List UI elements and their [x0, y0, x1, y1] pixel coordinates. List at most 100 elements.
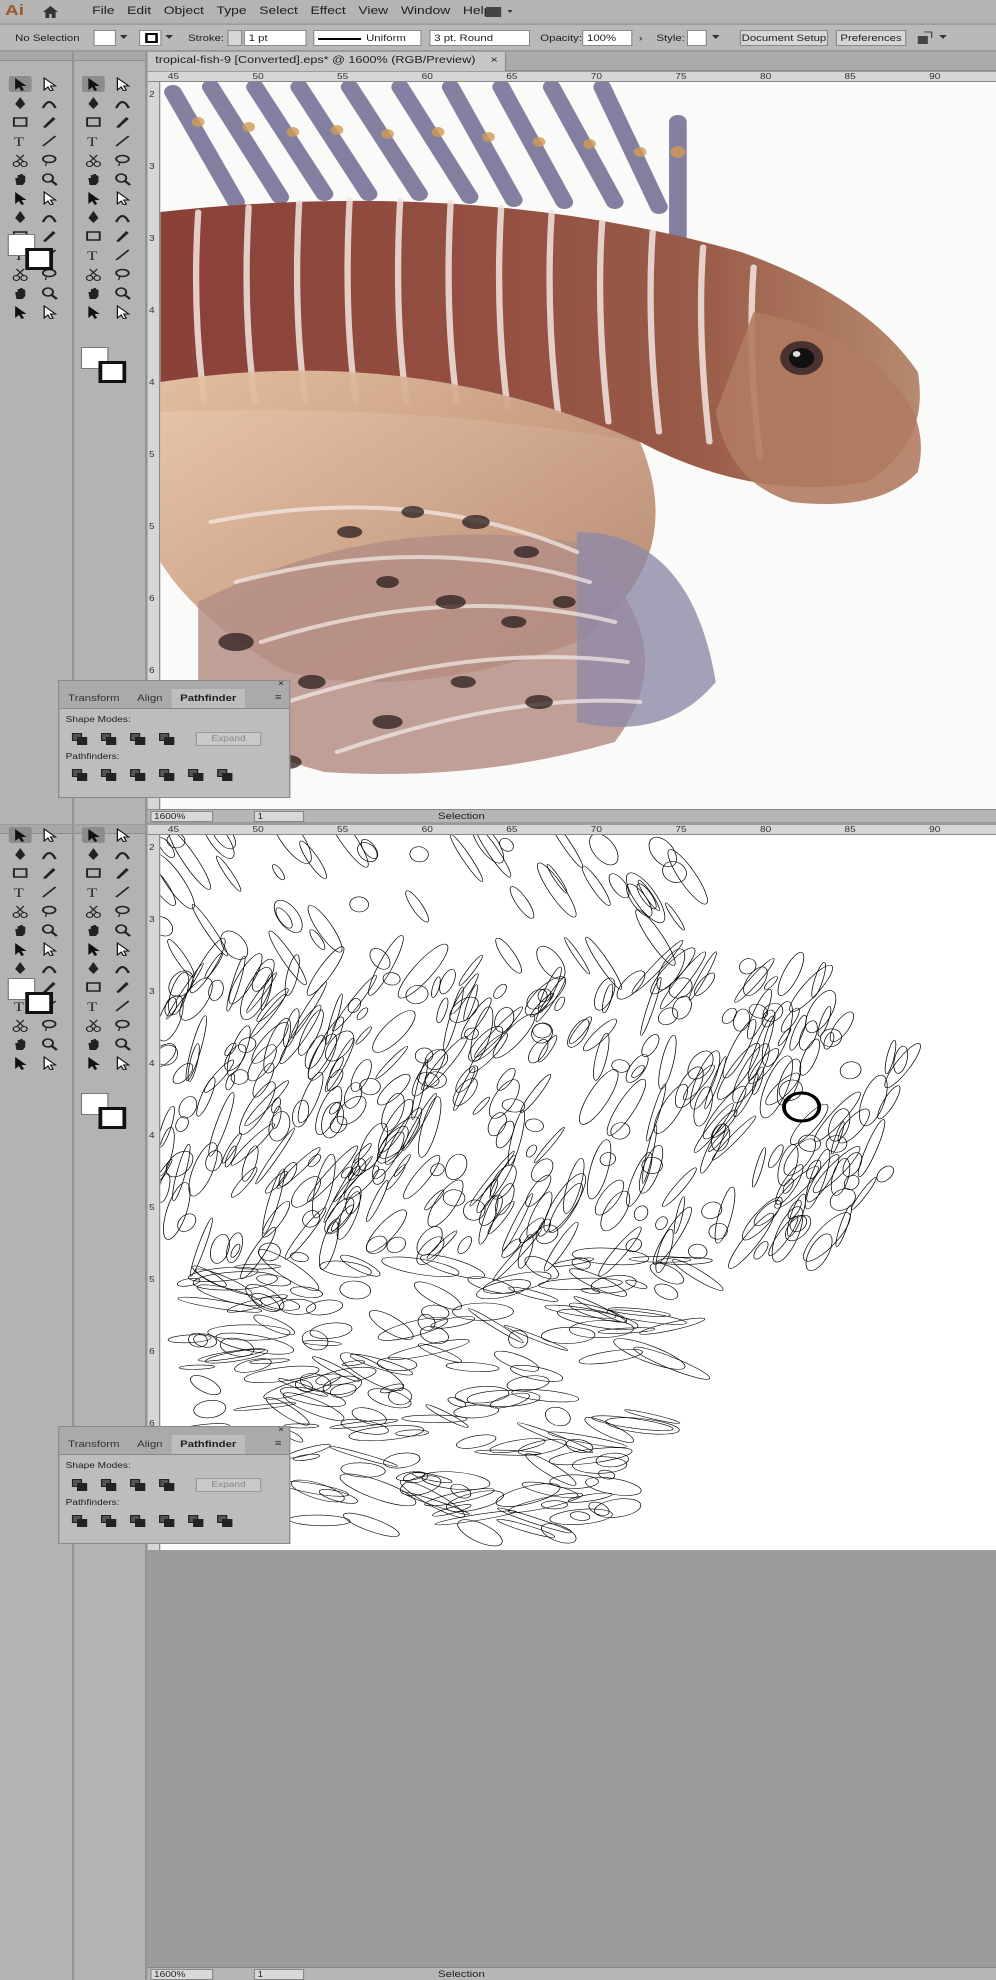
hand-icon[interactable] [82, 285, 105, 301]
direct-selection-icon[interactable] [111, 1055, 134, 1071]
trim-button[interactable] [100, 769, 117, 781]
selection-icon[interactable] [9, 941, 32, 957]
tab-pathfinder[interactable]: Pathfinder [171, 689, 246, 708]
tab-transform-2[interactable]: Transform [59, 1435, 128, 1454]
merge-button[interactable] [130, 769, 146, 781]
selection-icon[interactable] [82, 1055, 105, 1071]
scissors-icon[interactable] [9, 1017, 32, 1033]
preferences-button[interactable]: Preferences [835, 30, 907, 46]
pen-icon[interactable] [82, 960, 105, 976]
lasso-icon[interactable] [111, 1017, 134, 1033]
stroke-stepper[interactable] [227, 30, 243, 46]
menu-effect[interactable]: Effect [304, 5, 352, 17]
variable-width-profile[interactable]: Uniform [313, 30, 422, 46]
minus-front-button-2[interactable] [100, 1479, 117, 1491]
intersect-button[interactable] [130, 733, 146, 745]
type-icon[interactable]: T [82, 133, 105, 149]
scissors-icon[interactable] [9, 903, 32, 919]
curvature-icon[interactable] [38, 960, 61, 976]
opacity-arrow-icon[interactable]: › [639, 33, 643, 43]
lasso-icon[interactable] [111, 903, 134, 919]
lasso-icon[interactable] [38, 152, 61, 168]
tab-align[interactable]: Align [128, 689, 171, 708]
zoom-field[interactable]: 1600% [150, 811, 214, 822]
pen-icon[interactable] [82, 209, 105, 225]
selection-icon[interactable] [82, 941, 105, 957]
scissors-icon[interactable] [82, 266, 105, 282]
menu-edit[interactable]: Edit [121, 5, 158, 17]
page-field-2[interactable]: 1 [253, 1969, 305, 1980]
minus-back-button[interactable] [217, 769, 233, 781]
document-setup-button[interactable]: Document Setup [739, 30, 829, 46]
fill-dropdown-icon[interactable] [119, 35, 128, 39]
lasso-icon[interactable] [111, 266, 134, 282]
zoom-icon[interactable] [38, 285, 61, 301]
selection-icon[interactable] [9, 1055, 32, 1071]
crop-button-2[interactable] [159, 1515, 175, 1527]
hand-icon[interactable] [82, 922, 105, 938]
brush-icon[interactable] [111, 114, 134, 130]
lasso-icon[interactable] [38, 1017, 61, 1033]
tab-transform[interactable]: Transform [59, 689, 128, 708]
menu-view[interactable]: View [352, 5, 394, 17]
brush-icon[interactable] [111, 979, 134, 995]
unite-button-2[interactable] [71, 1479, 88, 1491]
outline-button[interactable] [188, 769, 204, 781]
hand-icon[interactable] [9, 1036, 32, 1052]
unite-button[interactable] [71, 733, 88, 745]
outline-button-2[interactable] [188, 1515, 204, 1527]
workspace-switcher-icon[interactable] [485, 6, 518, 18]
menu-file[interactable]: File [86, 5, 121, 17]
rectangle-icon[interactable] [9, 114, 32, 130]
direct-selection-icon[interactable] [38, 76, 61, 92]
menu-window[interactable]: Window [395, 5, 457, 17]
style-dropdown-icon[interactable] [711, 35, 720, 39]
brush-icon[interactable] [38, 114, 61, 130]
rectangle-icon[interactable] [82, 228, 105, 244]
line-icon[interactable] [111, 247, 134, 263]
line-icon[interactable] [38, 884, 61, 900]
minus-front-button[interactable] [100, 733, 117, 745]
selection-icon[interactable] [9, 304, 32, 320]
pen-icon[interactable] [9, 95, 32, 111]
panel-menu-icon[interactable]: ≡ [267, 689, 289, 708]
menu-object[interactable]: Object [157, 5, 210, 17]
stroke-dropdown-icon[interactable] [165, 35, 173, 39]
opacity-field[interactable]: 100% [581, 30, 633, 46]
expand-button[interactable]: Expand [195, 732, 262, 746]
zoom-field-2[interactable]: 1600% [150, 1969, 214, 1980]
selection-icon[interactable] [82, 304, 105, 320]
stroke-color-swatch[interactable] [98, 1107, 127, 1129]
hand-icon[interactable] [82, 171, 105, 187]
direct-selection-icon[interactable] [38, 827, 61, 843]
panel-close-icon[interactable]: × [278, 679, 284, 688]
line-icon[interactable] [111, 998, 134, 1014]
exclude-button-2[interactable] [159, 1479, 175, 1491]
tab-pathfinder-2[interactable]: Pathfinder [171, 1435, 246, 1454]
zoom-icon[interactable] [38, 1036, 61, 1052]
curvature-icon[interactable] [38, 209, 61, 225]
scissors-icon[interactable] [9, 152, 32, 168]
exclude-button[interactable] [159, 733, 175, 745]
pen-icon[interactable] [82, 95, 105, 111]
scissors-icon[interactable] [82, 1017, 105, 1033]
panel-menu-icon-2[interactable]: ≡ [267, 1435, 289, 1454]
style-swatch[interactable] [686, 30, 707, 46]
direct-selection-icon[interactable] [111, 941, 134, 957]
intersect-button-2[interactable] [130, 1479, 146, 1491]
zoom-icon[interactable] [111, 922, 134, 938]
panel-close-icon-2[interactable]: × [278, 1425, 284, 1434]
brush-icon[interactable] [38, 865, 61, 881]
hand-icon[interactable] [9, 285, 32, 301]
menu-select[interactable]: Select [253, 5, 304, 17]
rectangle-icon[interactable] [82, 865, 105, 881]
rectangle-icon[interactable] [82, 979, 105, 995]
pen-icon[interactable] [9, 960, 32, 976]
close-tab-icon[interactable]: × [491, 55, 498, 66]
rectangle-icon[interactable] [9, 865, 32, 881]
scissors-icon[interactable] [82, 152, 105, 168]
direct-selection-icon[interactable] [111, 76, 134, 92]
selection-icon[interactable] [8, 827, 32, 843]
stroke-color-swatch[interactable] [25, 248, 54, 270]
curvature-icon[interactable] [38, 846, 61, 862]
